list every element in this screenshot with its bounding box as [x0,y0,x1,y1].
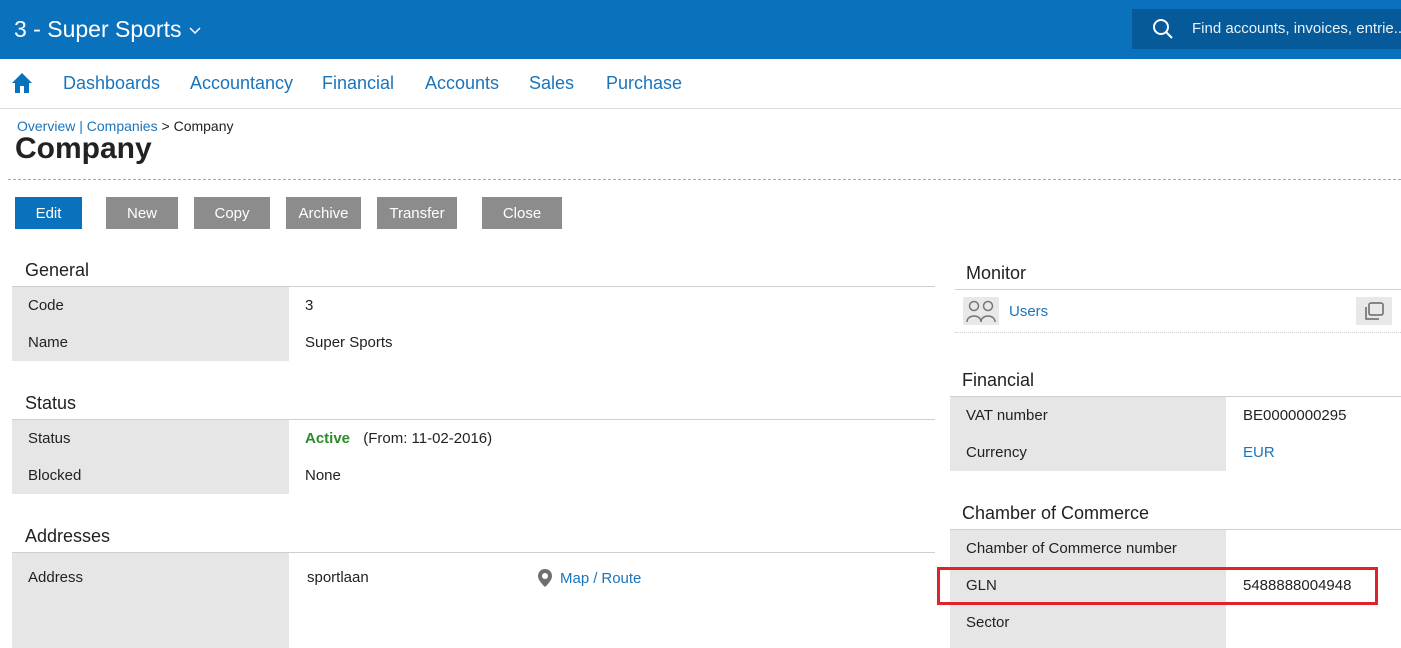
archive-button[interactable]: Archive [286,197,361,229]
vat-value: BE0000000295 [1243,407,1347,424]
users-icon [963,297,999,325]
main-nav: Dashboards Accountancy Financial Account… [0,59,1401,109]
monitor-divider [955,289,1401,290]
search-placeholder: Find accounts, invoices, entrie... [1192,20,1401,37]
top-bar: 3 - Super Sports Find accounts, invoices… [0,0,1401,59]
map-route-separator: / [593,569,598,587]
search-icon [1153,19,1173,39]
monitor-section-title: Monitor [966,263,1027,283]
company-switcher[interactable]: 3 - Super Sports [14,16,201,43]
status-value: Active (From: 11-02-2016) [305,430,492,447]
transfer-button[interactable]: Transfer [377,197,457,229]
status-badge: Active [305,430,351,447]
name-label: Name [28,334,69,351]
nav-financial[interactable]: Financial [322,73,394,94]
home-icon[interactable] [11,72,33,94]
blocked-value: None [305,467,341,484]
blocked-label: Blocked [28,467,82,484]
vat-label: VAT number [966,407,1048,424]
name-value: Super Sports [305,334,393,351]
company-name: 3 - Super Sports [14,16,182,42]
map-pin-icon [538,569,552,587]
nav-dashboards[interactable]: Dashboards [63,73,160,94]
edit-button[interactable]: Edit [15,197,82,229]
page-title: Company [15,132,152,165]
currency-link[interactable]: EUR [1243,444,1275,461]
new-button[interactable]: New [106,197,178,229]
monitor-row-divider [955,332,1401,333]
addresses-label-column [12,553,289,648]
nav-accountancy[interactable]: Accountancy [190,73,293,94]
map-route-links: Map / Route [537,568,641,588]
status-label: Status [28,430,71,447]
general-section-title: General [25,260,90,280]
global-search[interactable]: Find accounts, invoices, entrie... [1132,9,1401,49]
status-section-title: Status [25,393,77,413]
nav-sales[interactable]: Sales [529,73,574,94]
coc-number-label: Chamber of Commerce number [966,540,1177,557]
address-label: Address [28,569,84,586]
route-link[interactable]: Route [601,570,641,587]
address-value: sportlaan [307,569,369,586]
sector-label: Sector [966,614,1010,631]
popout-icon[interactable] [1356,297,1392,325]
chamber-section-title: Chamber of Commerce [962,503,1150,523]
breadcrumb-arrow: > [161,118,170,134]
code-value: 3 [305,297,314,314]
nav-accounts[interactable]: Accounts [425,73,499,94]
currency-label: Currency [966,444,1027,461]
nav-purchase[interactable]: Purchase [606,73,682,94]
gln-highlight-box [937,567,1378,605]
addresses-section-title: Addresses [25,526,111,546]
copy-button[interactable]: Copy [194,197,270,229]
title-divider [8,179,1401,180]
map-link[interactable]: Map [560,570,589,587]
financial-section-title: Financial [962,370,1035,390]
status-from: (From: 11-02-2016) [363,430,493,447]
chevron-down-icon [189,26,201,34]
breadcrumb-current: Company [173,118,234,134]
users-link[interactable]: Users [1009,303,1048,320]
code-label: Code [28,297,64,314]
close-button[interactable]: Close [482,197,562,229]
